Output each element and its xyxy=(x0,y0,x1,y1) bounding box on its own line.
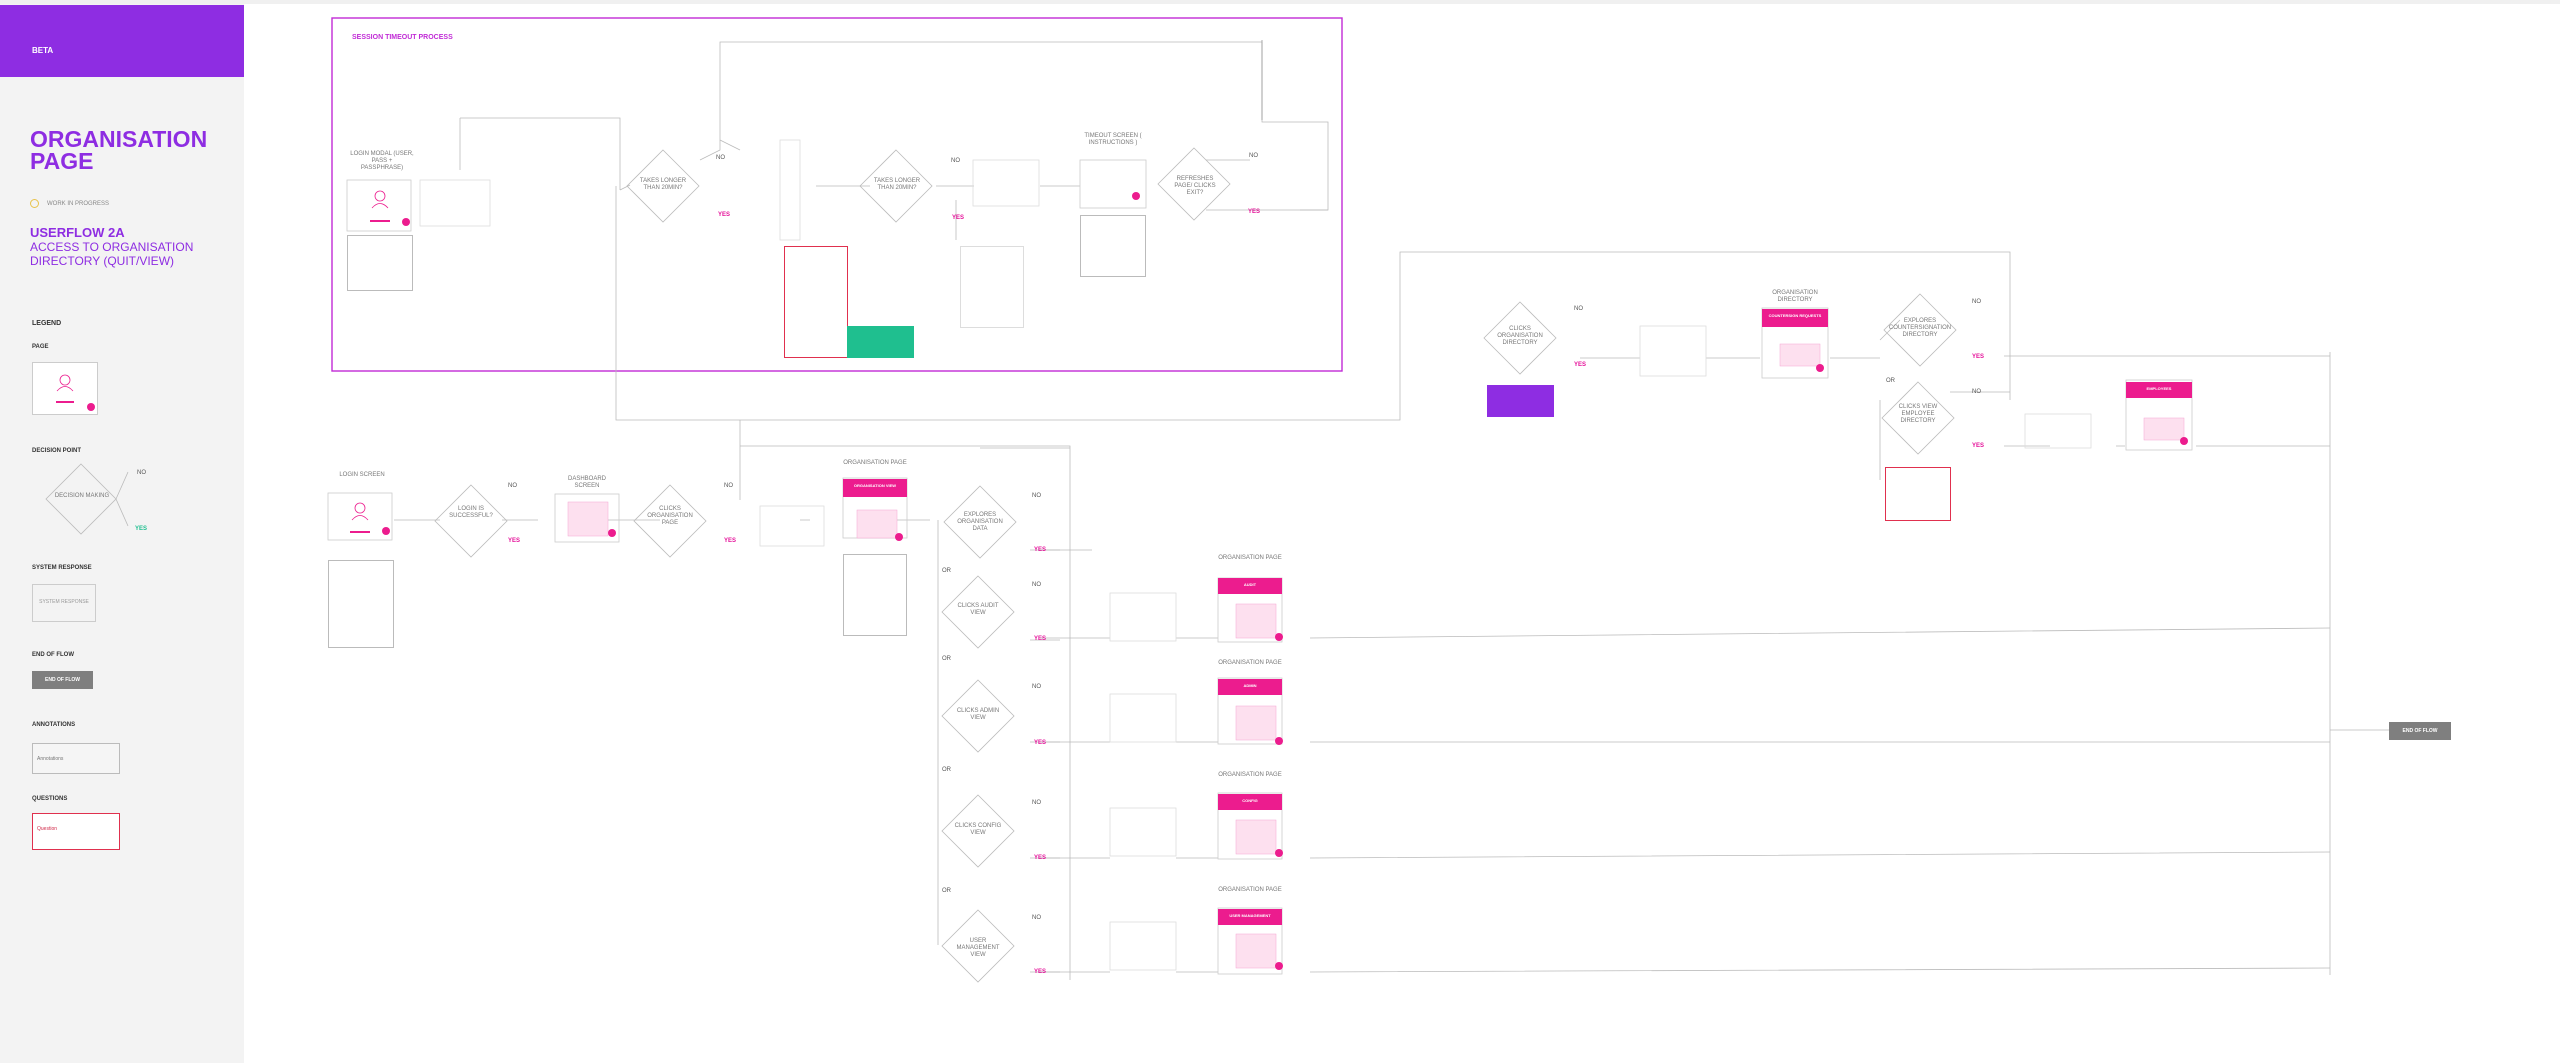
org-page-annotation-box xyxy=(843,554,907,636)
org-page-label-config: ORGANISATION PAGE xyxy=(1218,772,1282,778)
directory-purple-note xyxy=(1487,385,1554,417)
session-decision-2: TAKES LONGER THAN 20MIN? xyxy=(873,178,921,191)
explores-org-data-label: EXPLORES ORGANISATION DATA xyxy=(957,512,1003,532)
session-no-3: NO xyxy=(1249,153,1258,159)
session-page-timeout xyxy=(1079,159,1147,209)
clicks-admin-label: CLICKS ADMIN VIEW xyxy=(956,708,1000,721)
countersign-pill: COUNTERSIGN REQUESTS xyxy=(1762,309,1828,327)
end-of-flow-box: END OF FLOW xyxy=(2389,722,2451,740)
session-lines-d xyxy=(1206,159,1328,211)
config-pill: CONFIG xyxy=(1218,794,1282,810)
session-yes-3: YES xyxy=(1248,209,1261,215)
clicks-view-employee-label: CLICKS VIEW EMPLOYEE DIRECTORY xyxy=(1898,404,1938,424)
session-no-2: NO xyxy=(951,158,960,164)
or-5: OR xyxy=(1886,378,1895,384)
session-yes-1: YES xyxy=(718,212,731,218)
org-directory-label: ORGANISATION DIRECTORY xyxy=(1772,290,1818,303)
session-decision-1: TAKES LONGER THAN 20MIN? xyxy=(639,178,687,191)
organisation-page-label: ORGANISATION PAGE xyxy=(843,460,907,466)
session-lines-b xyxy=(699,41,1329,211)
admin-no: NO xyxy=(1032,684,1041,690)
main-to-eof-lines xyxy=(1309,627,2331,973)
login-screen-label: LOGIN SCREEN xyxy=(339,472,385,478)
employees-pill: EMPLOYEES xyxy=(2126,382,2192,398)
explores-yes: YES xyxy=(1034,547,1047,553)
diamond-login xyxy=(434,484,508,558)
explores-no: NO xyxy=(1032,493,1041,499)
legend-diamond-branches xyxy=(115,471,129,527)
explores-countersign-label: EXPLORES COUNTERSIGNATION DIRECTORY xyxy=(1888,318,1952,338)
login-successful-label: LOGIN IS SUCCESSFUL? xyxy=(449,506,493,519)
eof-spine xyxy=(2329,352,2389,975)
user-mgmt-yes: YES xyxy=(1034,969,1047,975)
audit-yes: YES xyxy=(1034,636,1047,642)
config-no: NO xyxy=(1032,800,1041,806)
session-question-box xyxy=(784,246,848,358)
timeout-screen-label: TIMEOUT SCREEN ( INSTRUCTIONS ) xyxy=(1084,133,1142,146)
clicks-org-page-label: CLICKS ORGANISATION PAGE xyxy=(647,506,693,526)
clicks-org-yes: YES xyxy=(724,538,737,544)
legend-diamond xyxy=(45,463,117,535)
employee-no: NO xyxy=(1972,389,1981,395)
login-modal-label: LOGIN MODAL (USER, PASS + PASSPHRASE) xyxy=(350,151,414,171)
main-to-page-lines xyxy=(1176,637,1218,973)
clicks-audit-label: CLICKS AUDIT VIEW xyxy=(957,603,999,616)
login-no: NO xyxy=(508,483,517,489)
dashboard-label: DASHBOARD SCREEN xyxy=(567,476,606,489)
admin-pill: ADMIN xyxy=(1218,679,1282,695)
session-annotation-1 xyxy=(347,235,413,291)
session-annotation-2 xyxy=(1080,215,1146,277)
user-mgmt-no: NO xyxy=(1032,915,1041,921)
clicks-org-no: NO xyxy=(724,483,733,489)
main-yes-lines xyxy=(1040,549,1110,973)
audit-no: NO xyxy=(1032,582,1041,588)
countersign-no: NO xyxy=(1972,299,1981,305)
clicks-org-dir-label: CLICKS ORGANISATION DIRECTORY xyxy=(1497,326,1543,346)
user-mgmt-label: USER MANAGEMENT VIEW xyxy=(956,938,1000,958)
session-no-1: NO xyxy=(716,155,725,161)
session-green-note xyxy=(847,326,914,358)
directory-question-box xyxy=(1885,467,1951,521)
organisation-view-pill: ORGANISATION VIEW xyxy=(843,479,907,497)
org-page-label-audit: ORGANISATION PAGE xyxy=(1218,555,1282,561)
org-page-label-user-mgmt: ORGANISATION PAGE xyxy=(1218,887,1282,893)
org-dir-no: NO xyxy=(1574,306,1583,312)
or-4: OR xyxy=(942,888,951,894)
config-yes: YES xyxy=(1034,855,1047,861)
or-3: OR xyxy=(942,767,951,773)
employee-yes: YES xyxy=(1972,443,1985,449)
main-lines-b xyxy=(739,420,1071,980)
audit-pill: AUDIT xyxy=(1218,578,1282,594)
admin-yes: YES xyxy=(1034,740,1047,746)
login-annotation-box xyxy=(328,560,394,648)
session-decision-3: REFRESHES PAGE/ CLICKS EXIT? xyxy=(1174,176,1216,196)
or-1: OR xyxy=(942,568,951,574)
login-yes: YES xyxy=(508,538,521,544)
session-system-box xyxy=(960,246,1024,328)
user-mgmt-pill: USER MANAGEMENT xyxy=(1218,909,1282,925)
countersign-yes: YES xyxy=(1972,354,1985,360)
org-dir-yes: YES xyxy=(1574,362,1587,368)
or-2: OR xyxy=(942,656,951,662)
clicks-config-label: CLICKS CONFIG VIEW xyxy=(954,823,1002,836)
session-page-login xyxy=(346,179,412,232)
directory-lines xyxy=(1580,319,2330,447)
session-lines-a xyxy=(459,117,631,191)
session-title: SESSION TIMEOUT PROCESS xyxy=(352,34,453,41)
org-page-label-admin: ORGANISATION PAGE xyxy=(1218,660,1282,666)
session-yes-2: YES xyxy=(952,215,965,221)
